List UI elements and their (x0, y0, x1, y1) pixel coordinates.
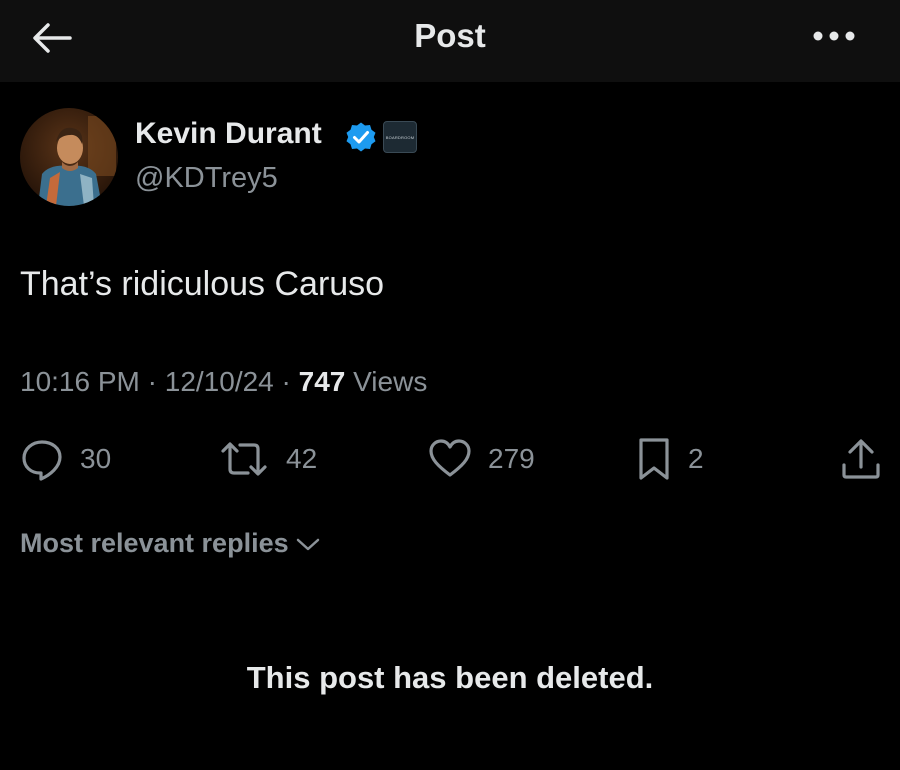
meta-separator: · (147, 366, 157, 397)
repost-icon (221, 442, 267, 476)
meta-separator: · (281, 366, 291, 397)
bookmark-icon (639, 438, 669, 480)
page-title: Post (414, 17, 486, 54)
author-name[interactable]: Kevin Durant (135, 117, 322, 151)
more-horizontal-icon (813, 31, 855, 41)
avatar-image (20, 108, 118, 206)
bookmark-button[interactable]: 2 (636, 436, 704, 482)
replies-sort-dropdown[interactable]: Most relevant replies (20, 528, 321, 559)
verified-badge-icon (346, 122, 376, 152)
share-button[interactable] (840, 436, 882, 482)
reply-bubble-icon (22, 440, 62, 481)
heart-icon (429, 439, 471, 477)
repost-count: 42 (286, 443, 318, 474)
share-icon (842, 439, 880, 479)
like-button[interactable]: 279 (428, 436, 535, 482)
reply-count: 30 (80, 443, 112, 474)
deleted-post-notice: This post has been deleted. (246, 660, 654, 695)
post-text: That’s ridiculous Caruso (20, 265, 385, 303)
post-date[interactable]: 12/10/24 (165, 366, 274, 397)
more-options-button[interactable] (806, 24, 862, 48)
top-app-bar: Post (0, 0, 900, 82)
views-label: Views (353, 366, 428, 397)
views-count: 747 (298, 366, 346, 397)
author-handle[interactable]: @KDTrey5 (135, 162, 278, 195)
repost-button[interactable]: 42 (218, 436, 317, 482)
replies-sort-label: Most relevant replies (20, 528, 289, 558)
like-count: 279 (488, 443, 535, 474)
reply-button[interactable]: 30 (20, 436, 111, 482)
post-metadata: 10:16 PM · 12/10/24 · 747 Views (20, 366, 427, 398)
author-avatar[interactable] (20, 108, 118, 206)
bookmark-count: 2 (688, 443, 704, 474)
post-time[interactable]: 10:16 PM (20, 366, 140, 397)
chevron-down-icon (296, 538, 319, 550)
affiliate-badge-logo[interactable]: BOARDROOM (383, 121, 417, 153)
